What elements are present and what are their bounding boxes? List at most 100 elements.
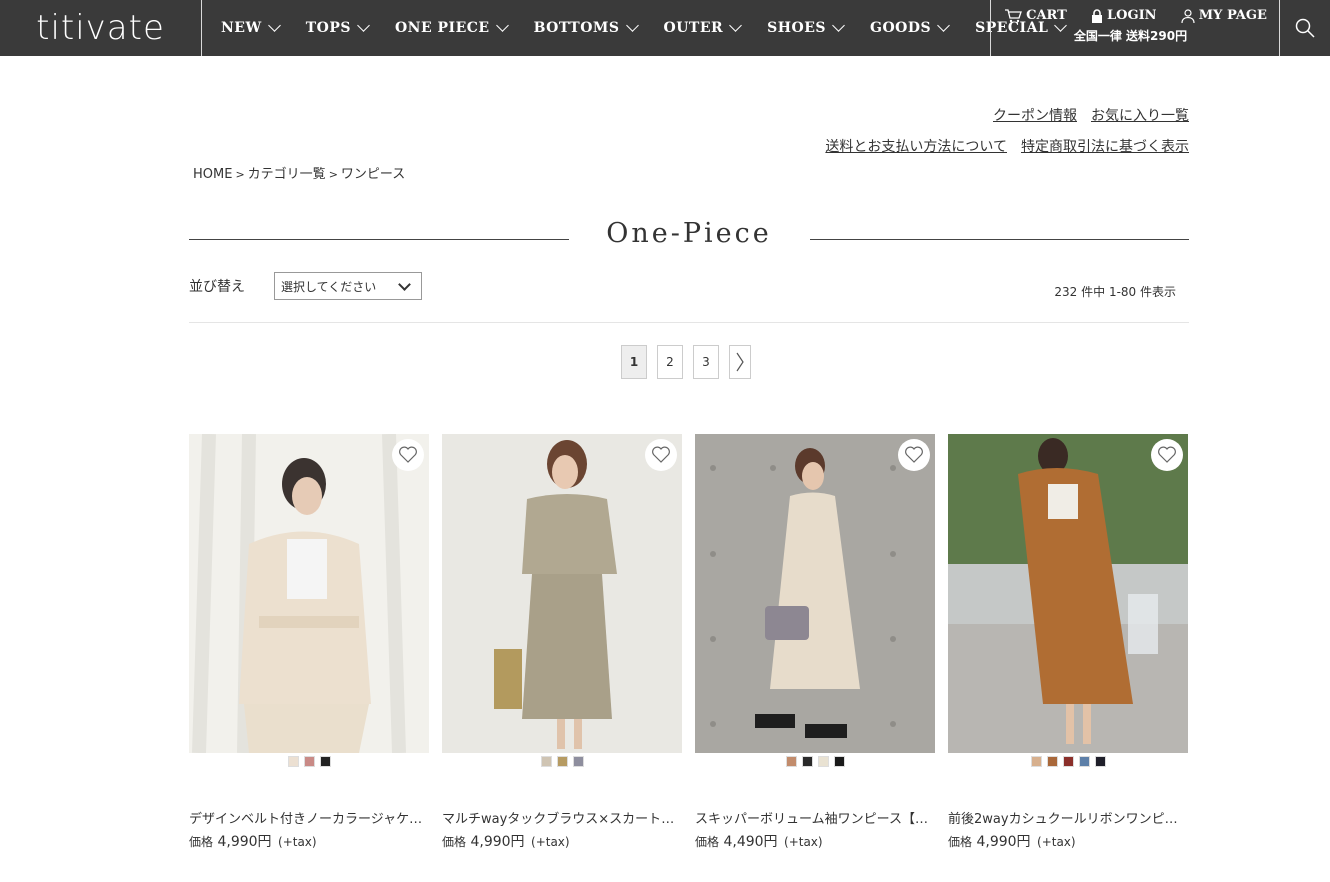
color-swatch[interactable] [1094, 756, 1106, 767]
nav-label: GOODS [869, 20, 932, 36]
color-swatch[interactable] [785, 756, 797, 767]
breadcrumb-home[interactable]: HOME [193, 167, 232, 182]
nav-item-bottoms[interactable]: BOTTOMS [517, 0, 647, 56]
breadcrumb-category[interactable]: カテゴリ一覧 [248, 167, 326, 182]
product-card[interactable]: スキッパーボリューム袖ワンピース【メール便不可】 価格 4,490円 (+tax… [695, 434, 935, 851]
product-name[interactable]: マルチwayタックブラウス×スカートセットアップ [442, 808, 682, 827]
product-card[interactable]: マルチwayタックブラウス×スカートセットアップ 価格 4,990円 (+tax… [442, 434, 682, 851]
page-1-button[interactable]: 1 [621, 345, 647, 379]
nav-item-new[interactable]: NEW [204, 0, 289, 56]
price-value: 4,990円 [976, 834, 1031, 850]
product-image[interactable] [189, 434, 429, 753]
cart-link[interactable]: CART [1004, 8, 1067, 23]
mypage-link[interactable]: MY PAGE [1181, 8, 1267, 23]
chevron-down-icon [729, 19, 743, 32]
price-tax: (+tax) [278, 835, 317, 849]
site-logo[interactable]: titivate [0, 0, 201, 56]
divider [189, 322, 1189, 323]
color-swatches [442, 756, 682, 768]
nav-label: NEW [221, 20, 262, 36]
nav-item-one-piece[interactable]: ONE PIECE [378, 0, 517, 56]
legal-notice-link[interactable]: 特定商取引法に基づく表示 [1021, 139, 1189, 155]
page-title-block: One-Piece [189, 218, 1189, 258]
nav-label: SHOES [767, 20, 826, 36]
page-3-button[interactable]: 3 [693, 345, 719, 379]
info-links-row-2: 送料とお支払い方法について 特定商取引法に基づく表示 [811, 136, 1189, 156]
price-tax: (+tax) [531, 835, 570, 849]
pagination: 1 2 3 [621, 345, 751, 379]
nav-item-shoes[interactable]: SHOES [750, 0, 853, 56]
color-swatch[interactable] [801, 756, 813, 767]
color-swatch[interactable] [1046, 756, 1058, 767]
product-price: 価格 4,990円 (+tax) [442, 831, 682, 851]
page-2-button[interactable]: 2 [657, 345, 683, 379]
color-swatch[interactable] [319, 756, 331, 767]
chevron-down-icon [937, 19, 950, 32]
login-link[interactable]: LOGIN [1091, 8, 1157, 23]
sort-select[interactable]: 選択してください [274, 272, 422, 300]
chevron-down-icon [357, 19, 370, 32]
nav-item-goods[interactable]: GOODS [853, 0, 958, 56]
heart-icon [652, 446, 670, 463]
cart-icon [1005, 8, 1023, 22]
lock-icon [1092, 8, 1103, 23]
sort-selected-value: 選択してください [281, 279, 377, 294]
color-swatch[interactable] [540, 756, 552, 767]
price-tax: (+tax) [1037, 835, 1076, 849]
chevron-down-icon [832, 19, 845, 32]
price-tax: (+tax) [784, 835, 823, 849]
product-price: 価格 4,490円 (+tax) [695, 831, 935, 851]
heart-icon [905, 446, 923, 463]
favorite-button[interactable] [645, 439, 677, 471]
color-swatches [189, 756, 429, 768]
shipping-notice: 全国一律 送料290円 [1073, 29, 1188, 43]
product-image[interactable] [442, 434, 682, 753]
product-image[interactable] [948, 434, 1188, 753]
main-nav: NEW TOPS ONE PIECE BOTTOMS OUTER SHOES G… [204, 0, 1075, 56]
product-name[interactable]: スキッパーボリューム袖ワンピース【メール便不可】 [695, 808, 935, 827]
chevron-right-icon [736, 352, 744, 372]
cart-label: CART [1026, 8, 1067, 23]
product-price: 価格 4,990円 (+tax) [189, 831, 429, 851]
color-swatch[interactable] [287, 756, 299, 767]
coupon-link[interactable]: クーポン情報 [993, 108, 1077, 124]
search-button[interactable] [1280, 0, 1330, 56]
favorites-link[interactable]: お気に入り一覧 [1091, 108, 1189, 124]
price-value: 4,990円 [217, 834, 272, 850]
product-name[interactable]: デザインベルト付きノーカラージャケット【セットアップ対応】 [189, 808, 429, 827]
favorite-button[interactable] [392, 439, 424, 471]
price-label: 価格 [948, 835, 973, 849]
price-label: 価格 [695, 835, 720, 849]
chevron-down-icon [267, 19, 281, 32]
utility-menu: CART LOGIN MY PAGE 全国一律 送料290円 [992, 8, 1279, 44]
result-count: 232 件中 1-80 件表示 [1054, 285, 1176, 299]
product-card[interactable]: デザインベルト付きノーカラージャケット【セットアップ対応】 価格 4,990円 … [189, 434, 429, 851]
product-image[interactable] [695, 434, 935, 753]
color-swatches [695, 756, 935, 768]
mypage-label: MY PAGE [1198, 8, 1267, 23]
favorite-button[interactable] [1151, 439, 1183, 471]
nav-item-tops[interactable]: TOPS [289, 0, 378, 56]
color-swatch[interactable] [817, 756, 829, 767]
color-swatch[interactable] [1030, 756, 1042, 767]
color-swatch[interactable] [572, 756, 584, 767]
price-label: 価格 [442, 835, 467, 849]
color-swatches [948, 756, 1188, 768]
color-swatch[interactable] [833, 756, 845, 767]
next-page-button[interactable] [729, 345, 751, 379]
shipping-payment-link[interactable]: 送料とお支払い方法について [825, 139, 1007, 155]
nav-item-outer[interactable]: OUTER [647, 0, 751, 56]
page-title: One-Piece [606, 218, 772, 249]
color-swatch[interactable] [1078, 756, 1090, 767]
color-swatch[interactable] [556, 756, 568, 767]
breadcrumb-current: ワンピース [340, 167, 406, 182]
chevron-down-icon [398, 278, 411, 291]
product-name[interactable]: 前後2wayカシュクールリボンワンピース【メール便不可】 [948, 808, 1188, 827]
color-swatch[interactable] [1062, 756, 1074, 767]
favorite-button[interactable] [898, 439, 930, 471]
nav-label: BOTTOMS [533, 20, 620, 36]
color-swatch[interactable] [303, 756, 315, 767]
site-header: titivate NEW TOPS ONE PIECE BOTTOMS OUTE… [0, 0, 1330, 56]
product-card[interactable]: 前後2wayカシュクールリボンワンピース【メール便不可】 価格 4,990円 (… [948, 434, 1188, 851]
chevron-down-icon [495, 19, 509, 32]
